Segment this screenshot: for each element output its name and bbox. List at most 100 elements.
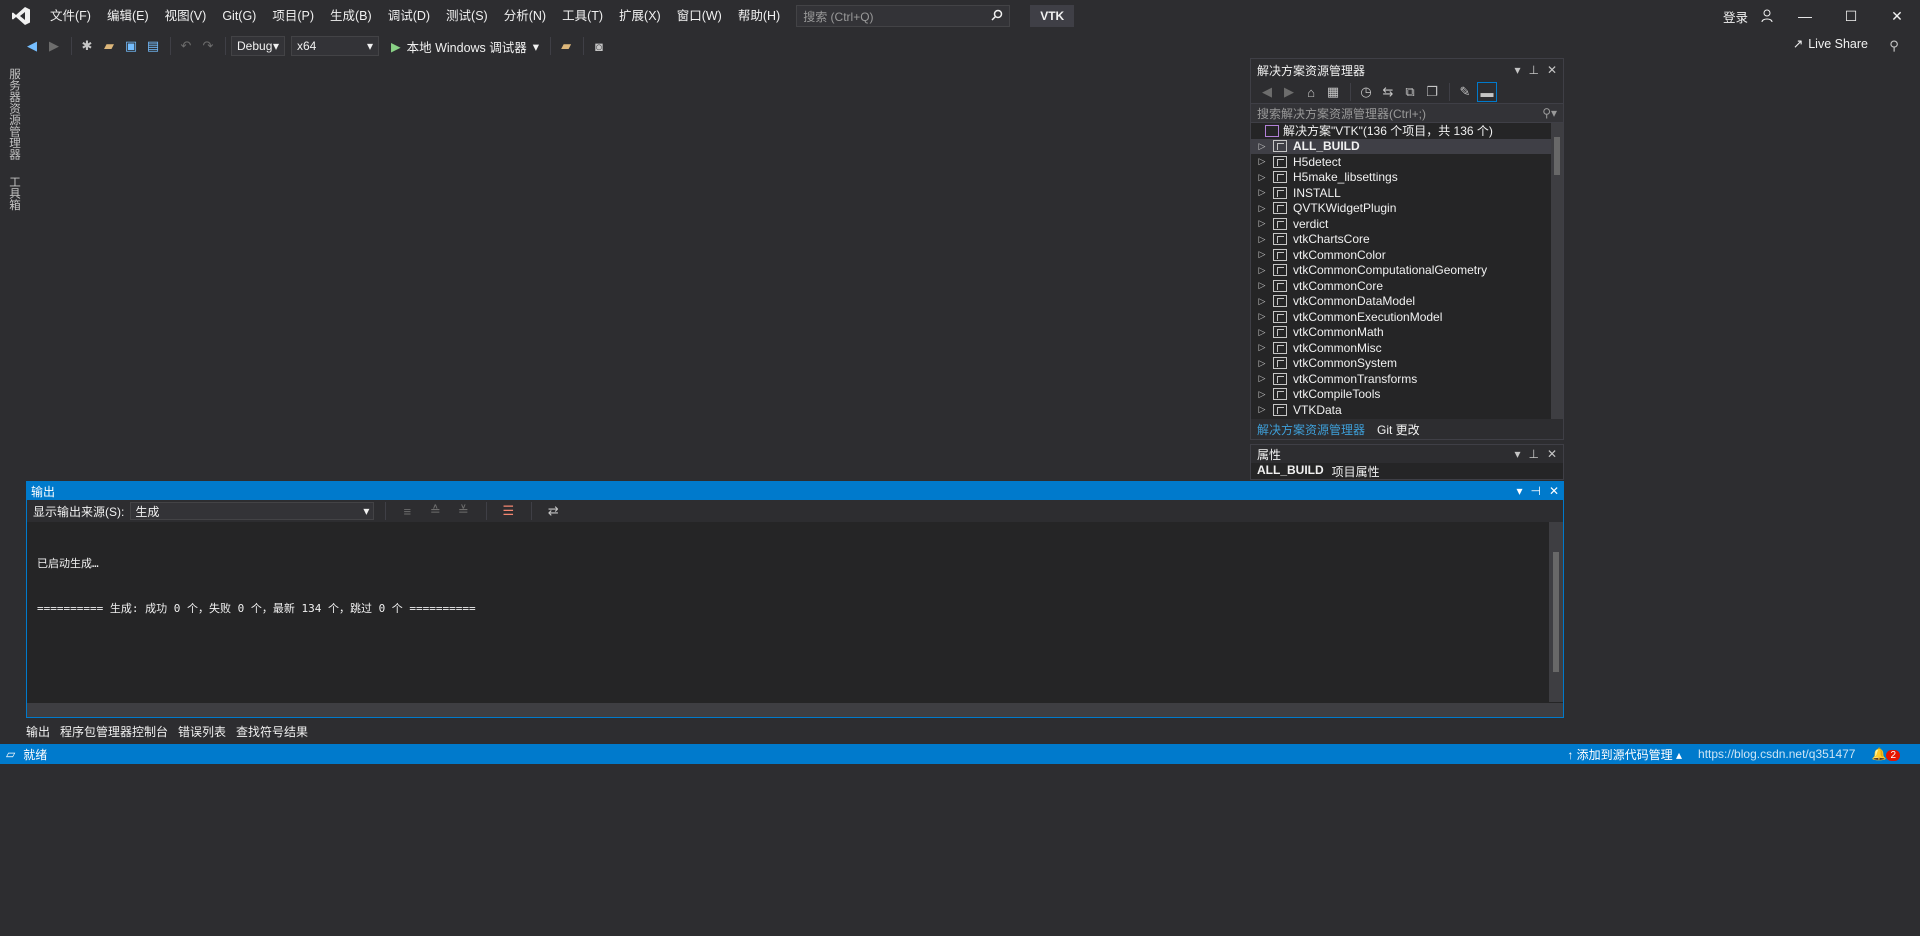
project-node[interactable]: ▷ H5make_libsettings [1251, 170, 1563, 186]
home-icon[interactable]: ⌂ [1301, 82, 1321, 102]
login-link[interactable]: 登录 [1723, 7, 1748, 26]
start-debugging-button[interactable]: ▶ 本地 Windows 调试器 ▾ [385, 37, 545, 56]
project-node[interactable]: ▷ vtkCommonComputationalGeometry [1251, 263, 1563, 279]
expand-arrow-icon[interactable]: ▷ [1251, 311, 1273, 322]
expand-arrow-icon[interactable]: ▷ [1251, 156, 1273, 167]
tab-output[interactable]: 输出 [26, 721, 50, 742]
menu-item-3[interactable]: Git(G) [214, 0, 264, 32]
close-icon[interactable]: ✕ [1547, 63, 1557, 77]
tab-package-manager-console[interactable]: 程序包管理器控制台 [60, 721, 168, 742]
expand-arrow-icon[interactable]: ▷ [1251, 218, 1273, 229]
properties-wrench-icon[interactable]: ✎ [1455, 82, 1475, 102]
tab-error-list[interactable]: 错误列表 [178, 721, 226, 742]
open-file-icon[interactable]: ▰ [99, 36, 119, 56]
project-node[interactable]: ▷ vtkCommonMath [1251, 325, 1563, 341]
menu-item-6[interactable]: 调试(D) [380, 0, 438, 32]
sync-icon[interactable]: ⇆ [1378, 82, 1398, 102]
next-message-icon[interactable]: ≚ [453, 501, 473, 521]
save-all-icon[interactable]: ▤ [143, 36, 163, 56]
source-control-button[interactable]: ↑ 添加到源代码管理 ▴ [1567, 746, 1682, 763]
minimize-button[interactable]: — [1782, 0, 1828, 32]
project-node[interactable]: ▷ verdict [1251, 216, 1563, 232]
maximize-button[interactable]: ☐ [1828, 0, 1874, 32]
menu-item-2[interactable]: 视图(V) [157, 0, 215, 32]
show-all-files-icon[interactable]: ❐ [1422, 82, 1442, 102]
expand-arrow-icon[interactable]: ▷ [1251, 342, 1273, 353]
project-node[interactable]: ▷ VTKData [1251, 402, 1563, 418]
output-text[interactable]: 已启动生成… ========== 生成: 成功 0 个，失败 0 个，最新 1… [27, 522, 1563, 650]
expand-arrow-icon[interactable]: ▷ [1251, 141, 1273, 152]
word-wrap-icon[interactable]: ⇄ [543, 501, 563, 521]
output-horizontal-scrollbar[interactable] [27, 703, 1563, 717]
project-node[interactable]: ▷ vtkCommonDataModel [1251, 294, 1563, 310]
menu-item-8[interactable]: 分析(N) [496, 0, 554, 32]
project-node[interactable]: ▷ vtkCommonExecutionModel [1251, 309, 1563, 325]
solution-root-node[interactable]: 解决方案"VTK"(136 个项目，共 136 个) [1251, 123, 1563, 139]
scrollbar-thumb[interactable] [1553, 552, 1559, 672]
pending-changes-filter-icon[interactable]: ◷ [1356, 82, 1376, 102]
configuration-select[interactable]: Debug ▾ [231, 36, 285, 56]
expand-arrow-icon[interactable]: ▷ [1251, 373, 1273, 384]
solution-tree-scrollbar[interactable] [1551, 123, 1563, 419]
menu-item-12[interactable]: 帮助(H) [730, 0, 788, 32]
project-node[interactable]: ▷ ALL_BUILD [1251, 138, 1563, 154]
menu-item-5[interactable]: 生成(B) [322, 0, 380, 32]
close-icon[interactable]: ✕ [1547, 447, 1557, 461]
tab-solution-explorer[interactable]: 解决方案资源管理器 [1251, 419, 1371, 439]
output-source-select[interactable]: 生成 ▾ [130, 502, 375, 520]
project-node[interactable]: ▷ QVTKWidgetPlugin [1251, 201, 1563, 217]
pin-icon[interactable]: ⊥ [1528, 447, 1538, 461]
redo-icon[interactable]: ↷ [198, 36, 218, 56]
expand-arrow-icon[interactable]: ▷ [1251, 265, 1273, 276]
menu-item-10[interactable]: 扩展(X) [611, 0, 669, 32]
properties-object-selector[interactable]: ALL_BUILD 项目属性 [1251, 463, 1563, 479]
expand-arrow-icon[interactable]: ▷ [1251, 249, 1273, 260]
chevron-down-icon[interactable]: ▾ [1514, 447, 1520, 461]
clear-all-icon[interactable]: ☰ [498, 501, 518, 521]
feedback-icon[interactable]: ⚲ [1884, 36, 1904, 56]
project-node[interactable]: ▷ vtkCommonMisc [1251, 340, 1563, 356]
expand-arrow-icon[interactable]: ▷ [1251, 187, 1273, 198]
platform-select[interactable]: x64 ▾ [291, 36, 379, 56]
project-node[interactable]: ▷ vtkCommonTransforms [1251, 371, 1563, 387]
menu-item-7[interactable]: 测试(S) [438, 0, 496, 32]
screenshot-icon[interactable]: ◙ [589, 36, 609, 56]
notifications-button[interactable]: 🔔 2 [1871, 747, 1900, 761]
expand-arrow-icon[interactable]: ▷ [1251, 358, 1273, 369]
previous-message-icon[interactable]: ≙ [425, 501, 445, 521]
menu-item-9[interactable]: 工具(T) [554, 0, 611, 32]
switch-views-icon[interactable]: ▦ [1323, 82, 1343, 102]
scrollbar-thumb[interactable] [1554, 137, 1560, 175]
tab-git-changes[interactable]: Git 更改 [1371, 419, 1426, 439]
close-button[interactable]: ✕ [1874, 0, 1920, 32]
expand-arrow-icon[interactable]: ▷ [1251, 203, 1273, 214]
preview-selected-icon[interactable]: ▬ [1477, 82, 1497, 102]
forward-icon[interactable]: ▶ [44, 36, 64, 56]
forward-icon[interactable]: ▶ [1279, 82, 1299, 102]
collapse-all-icon[interactable]: ⧉ [1400, 82, 1420, 102]
account-icon[interactable] [1754, 0, 1782, 32]
menu-item-11[interactable]: 窗口(W) [669, 0, 730, 32]
save-icon[interactable]: ▣ [121, 36, 141, 56]
live-share-button[interactable]: ↗ Live Share [1793, 36, 1868, 52]
project-node[interactable]: ▷ vtkCommonColor [1251, 247, 1563, 263]
menu-item-0[interactable]: 文件(F) [42, 0, 99, 32]
expand-arrow-icon[interactable]: ▷ [1251, 389, 1273, 400]
project-node[interactable]: ▷ vtkCommonCore [1251, 278, 1563, 294]
folder-icon[interactable]: ▰ [556, 36, 576, 56]
dock-icon[interactable]: ⊣ [1530, 484, 1540, 498]
expand-arrow-icon[interactable]: ▷ [1251, 280, 1273, 291]
close-icon[interactable]: ✕ [1549, 484, 1559, 498]
output-vertical-scrollbar[interactable] [1549, 522, 1563, 702]
undo-icon[interactable]: ↶ [176, 36, 196, 56]
project-node[interactable]: ▷ vtkChartsCore [1251, 232, 1563, 248]
expand-arrow-icon[interactable]: ▷ [1251, 172, 1273, 183]
expand-arrow-icon[interactable]: ▷ [1251, 327, 1273, 338]
back-icon[interactable]: ◀ [22, 36, 42, 56]
expand-arrow-icon[interactable]: ▷ [1251, 234, 1273, 245]
chevron-down-icon[interactable]: ▾ [1516, 484, 1522, 498]
project-node[interactable]: ▷ vtkCompileTools [1251, 387, 1563, 403]
toolbox-tab[interactable]: 工具箱 [6, 168, 22, 219]
project-node[interactable]: ▷ INSTALL [1251, 185, 1563, 201]
menu-item-4[interactable]: 项目(P) [264, 0, 322, 32]
